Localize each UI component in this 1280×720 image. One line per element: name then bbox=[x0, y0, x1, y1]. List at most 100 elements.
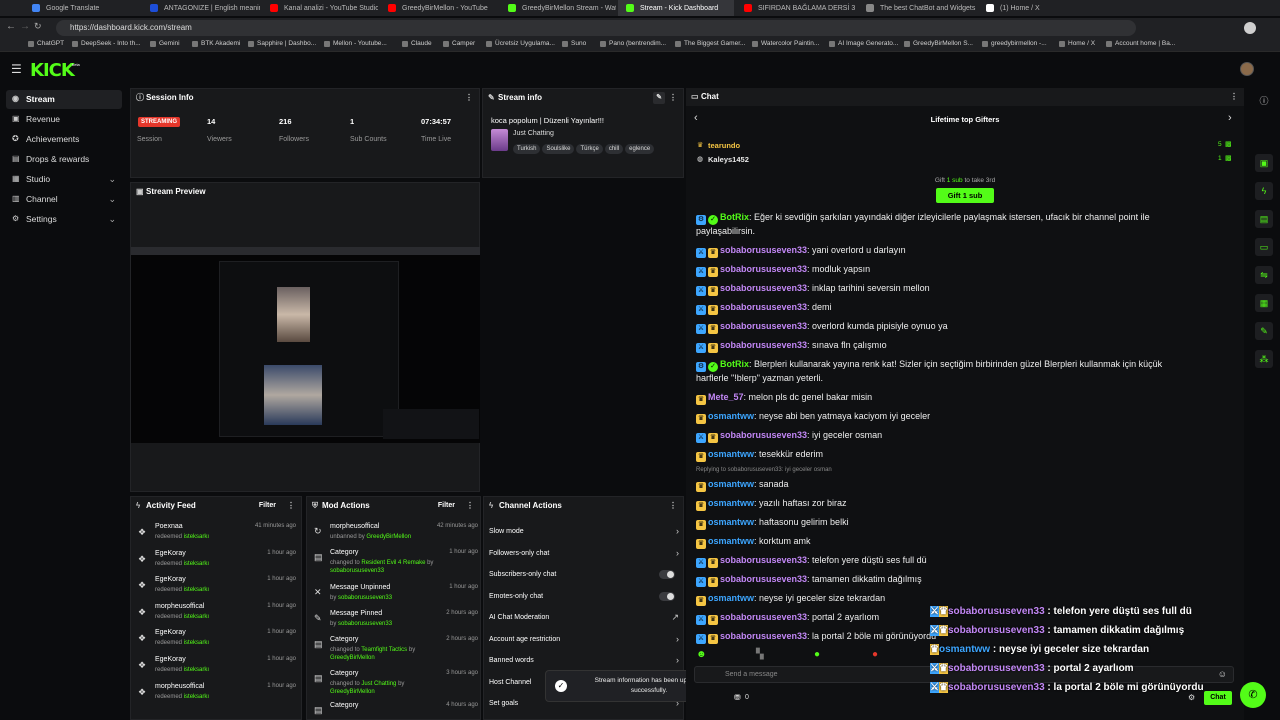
activity-user[interactable]: morpheusoffical bbox=[155, 683, 204, 690]
activity-user[interactable]: EgeKoray bbox=[155, 550, 186, 557]
browser-tab[interactable]: The best ChatBot and Widgets for bbox=[858, 0, 976, 16]
more-options-icon[interactable]: ⋮ bbox=[287, 497, 295, 515]
filter-button[interactable]: Filter bbox=[438, 497, 455, 515]
sidebar-item-studio[interactable]: ▦ Studio ⌄ bbox=[6, 170, 122, 189]
emote-icon[interactable]: ☻ bbox=[696, 649, 707, 660]
edit-icon[interactable]: ✎ bbox=[653, 92, 665, 104]
bookmark-link[interactable]: Pano (bentrendim... bbox=[600, 40, 666, 47]
sidebar-item-revenue[interactable]: ▣ Revenue bbox=[6, 110, 122, 129]
layout-icon[interactable]: ▣ bbox=[1255, 154, 1273, 172]
forward-icon[interactable]: → bbox=[20, 21, 30, 32]
chat-send-button[interactable]: Chat bbox=[1204, 691, 1232, 705]
mod-action-actor[interactable]: GreedyBirMellon bbox=[330, 655, 375, 661]
menu-icon[interactable]: ☰ bbox=[11, 62, 22, 76]
chat-username[interactable]: osmantww bbox=[708, 449, 754, 459]
browser-tab[interactable]: ANTAGONIZE | English meaning - bbox=[142, 0, 260, 16]
chat-username[interactable]: osmantww bbox=[708, 411, 754, 421]
channel-action-ai-chat-moderation[interactable]: AI Chat Moderation ↗ bbox=[489, 612, 679, 622]
chat-username[interactable]: osmantww bbox=[708, 479, 754, 489]
gifter-name[interactable]: tearundo bbox=[708, 141, 740, 150]
channel-action-account-age-restriction[interactable]: Account age restriction › bbox=[489, 634, 679, 644]
sidebar-item-channel[interactable]: ▥ Channel ⌄ bbox=[6, 190, 122, 209]
kick-logo[interactable]: KICK bbox=[30, 60, 75, 81]
chat-username[interactable]: sobaborususeven33 bbox=[720, 302, 807, 312]
browser-tab[interactable]: SIFIRDAN BAĞLAMA DERSİ 3 (EN bbox=[736, 0, 856, 16]
bookmark-link[interactable]: Camper bbox=[443, 40, 475, 47]
chat-username[interactable]: sobaborususeven33 bbox=[720, 283, 807, 293]
mod-action-actor[interactable]: sobaborususeven33 bbox=[330, 568, 384, 574]
more-options-icon[interactable]: ⋮ bbox=[1230, 88, 1238, 106]
chat-username[interactable]: osmantww bbox=[708, 498, 754, 508]
chat-username[interactable]: BotRix bbox=[720, 359, 749, 369]
bookmark-link[interactable]: Suno bbox=[562, 40, 586, 47]
bookmark-link[interactable]: GreedyBirMellon S... bbox=[904, 40, 973, 47]
channel-action-emotes-only-chat[interactable]: Emotes-only chat bbox=[489, 591, 679, 601]
toggle-switch[interactable] bbox=[659, 591, 675, 601]
info-icon[interactable]: ⓘ bbox=[1255, 92, 1273, 110]
more-options-icon[interactable]: ⋮ bbox=[669, 497, 677, 515]
bookmark-link[interactable]: ChatGPT bbox=[28, 40, 64, 47]
mod-action-actor[interactable]: GreedyBirMellon bbox=[330, 689, 375, 695]
chat-username[interactable]: sobaborususeven33 bbox=[720, 574, 807, 584]
bookmark-link[interactable]: Gemini bbox=[150, 40, 180, 47]
chat-settings-icon[interactable]: ⚙ bbox=[1188, 693, 1195, 702]
chat-username[interactable]: sobaborususeven33 bbox=[720, 264, 807, 274]
chat-username[interactable]: sobaborususeven33 bbox=[720, 340, 807, 350]
activity-user[interactable]: Poexnaa bbox=[155, 523, 183, 530]
chat-username[interactable]: sobaborususeven33 bbox=[720, 631, 807, 641]
activity-user[interactable]: morpheusoffical bbox=[155, 603, 204, 610]
bookmark-link[interactable]: BTK Akademi bbox=[192, 40, 240, 47]
browser-tab[interactable]: GreedyBirMellon Stream - Watch bbox=[500, 0, 616, 16]
bookmark-link[interactable]: Sapphire | Dashbo... bbox=[248, 40, 316, 47]
bookmark-link[interactable]: DeepSeek - Into th... bbox=[72, 40, 141, 47]
clipboard-icon[interactable]: ▤ bbox=[1255, 210, 1273, 228]
stream-tag[interactable]: Turkish bbox=[513, 144, 541, 154]
bookmark-link[interactable]: Mellon - Youtube... bbox=[324, 40, 387, 47]
chat-username[interactable]: sobaborususeven33 bbox=[720, 321, 807, 331]
profile-avatar[interactable] bbox=[1244, 22, 1256, 34]
mod-action-target[interactable]: Just Chatting bbox=[361, 681, 396, 687]
activity-user[interactable]: EgeKoray bbox=[155, 629, 186, 636]
store-icon[interactable]: ▦ bbox=[1255, 294, 1273, 312]
browser-tab[interactable]: (1) Home / X bbox=[978, 0, 1094, 16]
browser-tab[interactable]: Kanal analizi - YouTube Studio bbox=[262, 0, 378, 16]
emote-icon[interactable]: ▚ bbox=[756, 649, 764, 660]
url-input[interactable]: https://dashboard.kick.com/stream bbox=[56, 20, 1136, 36]
reload-icon[interactable]: ↻ bbox=[34, 21, 42, 32]
chevron-down-icon[interactable]: ⌄ bbox=[108, 190, 116, 209]
channel-action-slow-mode[interactable]: Slow mode › bbox=[489, 526, 679, 536]
chat-username[interactable]: sobaborususeven33 bbox=[720, 555, 807, 565]
chat-icon[interactable]: ▭ bbox=[1255, 238, 1273, 256]
bookmark-link[interactable]: Ücretsiz Uygulama... bbox=[486, 40, 555, 47]
stream-tag[interactable]: eglence bbox=[625, 144, 655, 154]
more-options-icon[interactable]: ⋮ bbox=[466, 497, 474, 515]
emote-icon[interactable]: ● bbox=[814, 649, 820, 660]
chevron-down-icon[interactable]: ⌄ bbox=[108, 170, 116, 189]
toggle-switch[interactable] bbox=[659, 570, 675, 579]
broadcast-icon[interactable]: ⇋ bbox=[1255, 266, 1273, 284]
chat-username[interactable]: osmantww bbox=[708, 536, 754, 546]
stream-preview-video[interactable] bbox=[131, 247, 480, 443]
browser-tab[interactable]: GreedyBirMellon - YouTube bbox=[380, 0, 498, 16]
browser-tab[interactable]: Google Translate bbox=[24, 0, 140, 16]
category-name[interactable]: Just Chatting bbox=[513, 130, 554, 137]
chat-username[interactable]: osmantww bbox=[708, 593, 754, 603]
more-options-icon[interactable]: ⋮ bbox=[465, 89, 473, 107]
chat-username[interactable]: Mete_57 bbox=[708, 392, 744, 402]
chat-username[interactable]: sobaborususeven33 bbox=[720, 612, 807, 622]
bookmark-link[interactable]: AI Image Generato... bbox=[829, 40, 898, 47]
stream-tag[interactable]: chill bbox=[604, 144, 624, 154]
channel-action-banned-words[interactable]: Banned words › bbox=[489, 655, 679, 665]
gift-sub-button[interactable]: Gift 1 sub bbox=[936, 188, 994, 203]
chat-username[interactable]: BotRix bbox=[720, 212, 749, 222]
share-icon[interactable]: ⁂ bbox=[1255, 350, 1273, 368]
browser-tab[interactable]: Stream - Kick Dashboard bbox=[618, 0, 734, 16]
mod-action-target[interactable]: sobaborususeven33 bbox=[338, 595, 392, 601]
chat-username[interactable]: sobaborususeven33 bbox=[720, 430, 807, 440]
emote-icon[interactable]: ● bbox=[872, 649, 878, 660]
gifters-next-icon[interactable]: › bbox=[1228, 112, 1232, 124]
mod-action-target[interactable]: sobaborususeven33 bbox=[338, 621, 392, 627]
bookmark-link[interactable]: Claude bbox=[402, 40, 432, 47]
stream-tag[interactable]: Soulslike bbox=[542, 144, 575, 154]
sidebar-item-drops-rewards[interactable]: ▤ Drops & rewards bbox=[6, 150, 122, 169]
